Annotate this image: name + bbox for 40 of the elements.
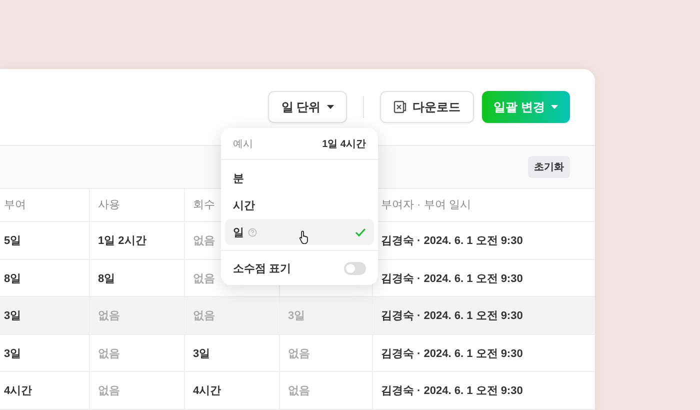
table-cell: 5일 [0,222,90,259]
unit-option[interactable]: 분 [225,165,374,191]
caret-icon [326,105,334,110]
reset-button[interactable]: 초기화 [528,156,570,178]
table-cell: 4시간 [0,372,90,410]
table-cell: 1일 2시간 [90,222,185,259]
table-cell-text: 김경숙 · 2024. 6. 1 오전 9:30 [380,272,524,287]
table-cell: 3일 [0,334,90,372]
table-cell: 3일 [280,297,373,334]
table-cell: 4시간 [185,372,280,410]
option-label: 일 [233,226,244,240]
table-cell: 3일 [185,334,280,372]
column-header: 사용 [90,188,185,222]
option-label: 시간 [233,198,255,212]
unit-option[interactable]: 일 [225,219,374,245]
table-cell-text: 김경숙 · 2024. 6. 1 오전 9:30 [380,309,524,324]
table-cell: 없음 [185,297,280,334]
table-cell: 없음 [280,372,373,410]
example-label: 예시 [233,138,253,150]
download-button[interactable]: 다운로드 [380,91,474,124]
table-cell: 8일 [0,260,90,296]
option-label: 분 [233,172,244,186]
column-header: 부여자 · 부여 일시 [380,198,472,214]
hand-cursor-icon [299,230,311,244]
unit-dropdown-button[interactable]: 일 단위 [268,91,347,124]
table-cell: 없음 [90,372,185,410]
column-header: 부여 [0,188,90,222]
check-icon [355,228,366,236]
table-cell: 3일 [0,297,90,334]
table-cell: 8일 [90,260,185,296]
table-cell-text: 김경숙 · 2024. 6. 1 오전 9:30 [380,346,524,362]
table-cell-text: 김경숙 · 2024. 6. 1 오전 9:30 [380,234,524,249]
table-cell: 없음 [280,334,373,372]
table-cell: 없음 [90,297,185,334]
caret-icon [551,105,558,110]
decimal-toggle[interactable] [344,262,366,274]
table-cell-text: 김경숙 · 2024. 6. 1 오전 9:30 [380,384,524,400]
example-value: 1일 4시간 [322,138,366,150]
spreadsheet-icon [392,100,407,114]
table-cell: 없음 [90,334,185,372]
